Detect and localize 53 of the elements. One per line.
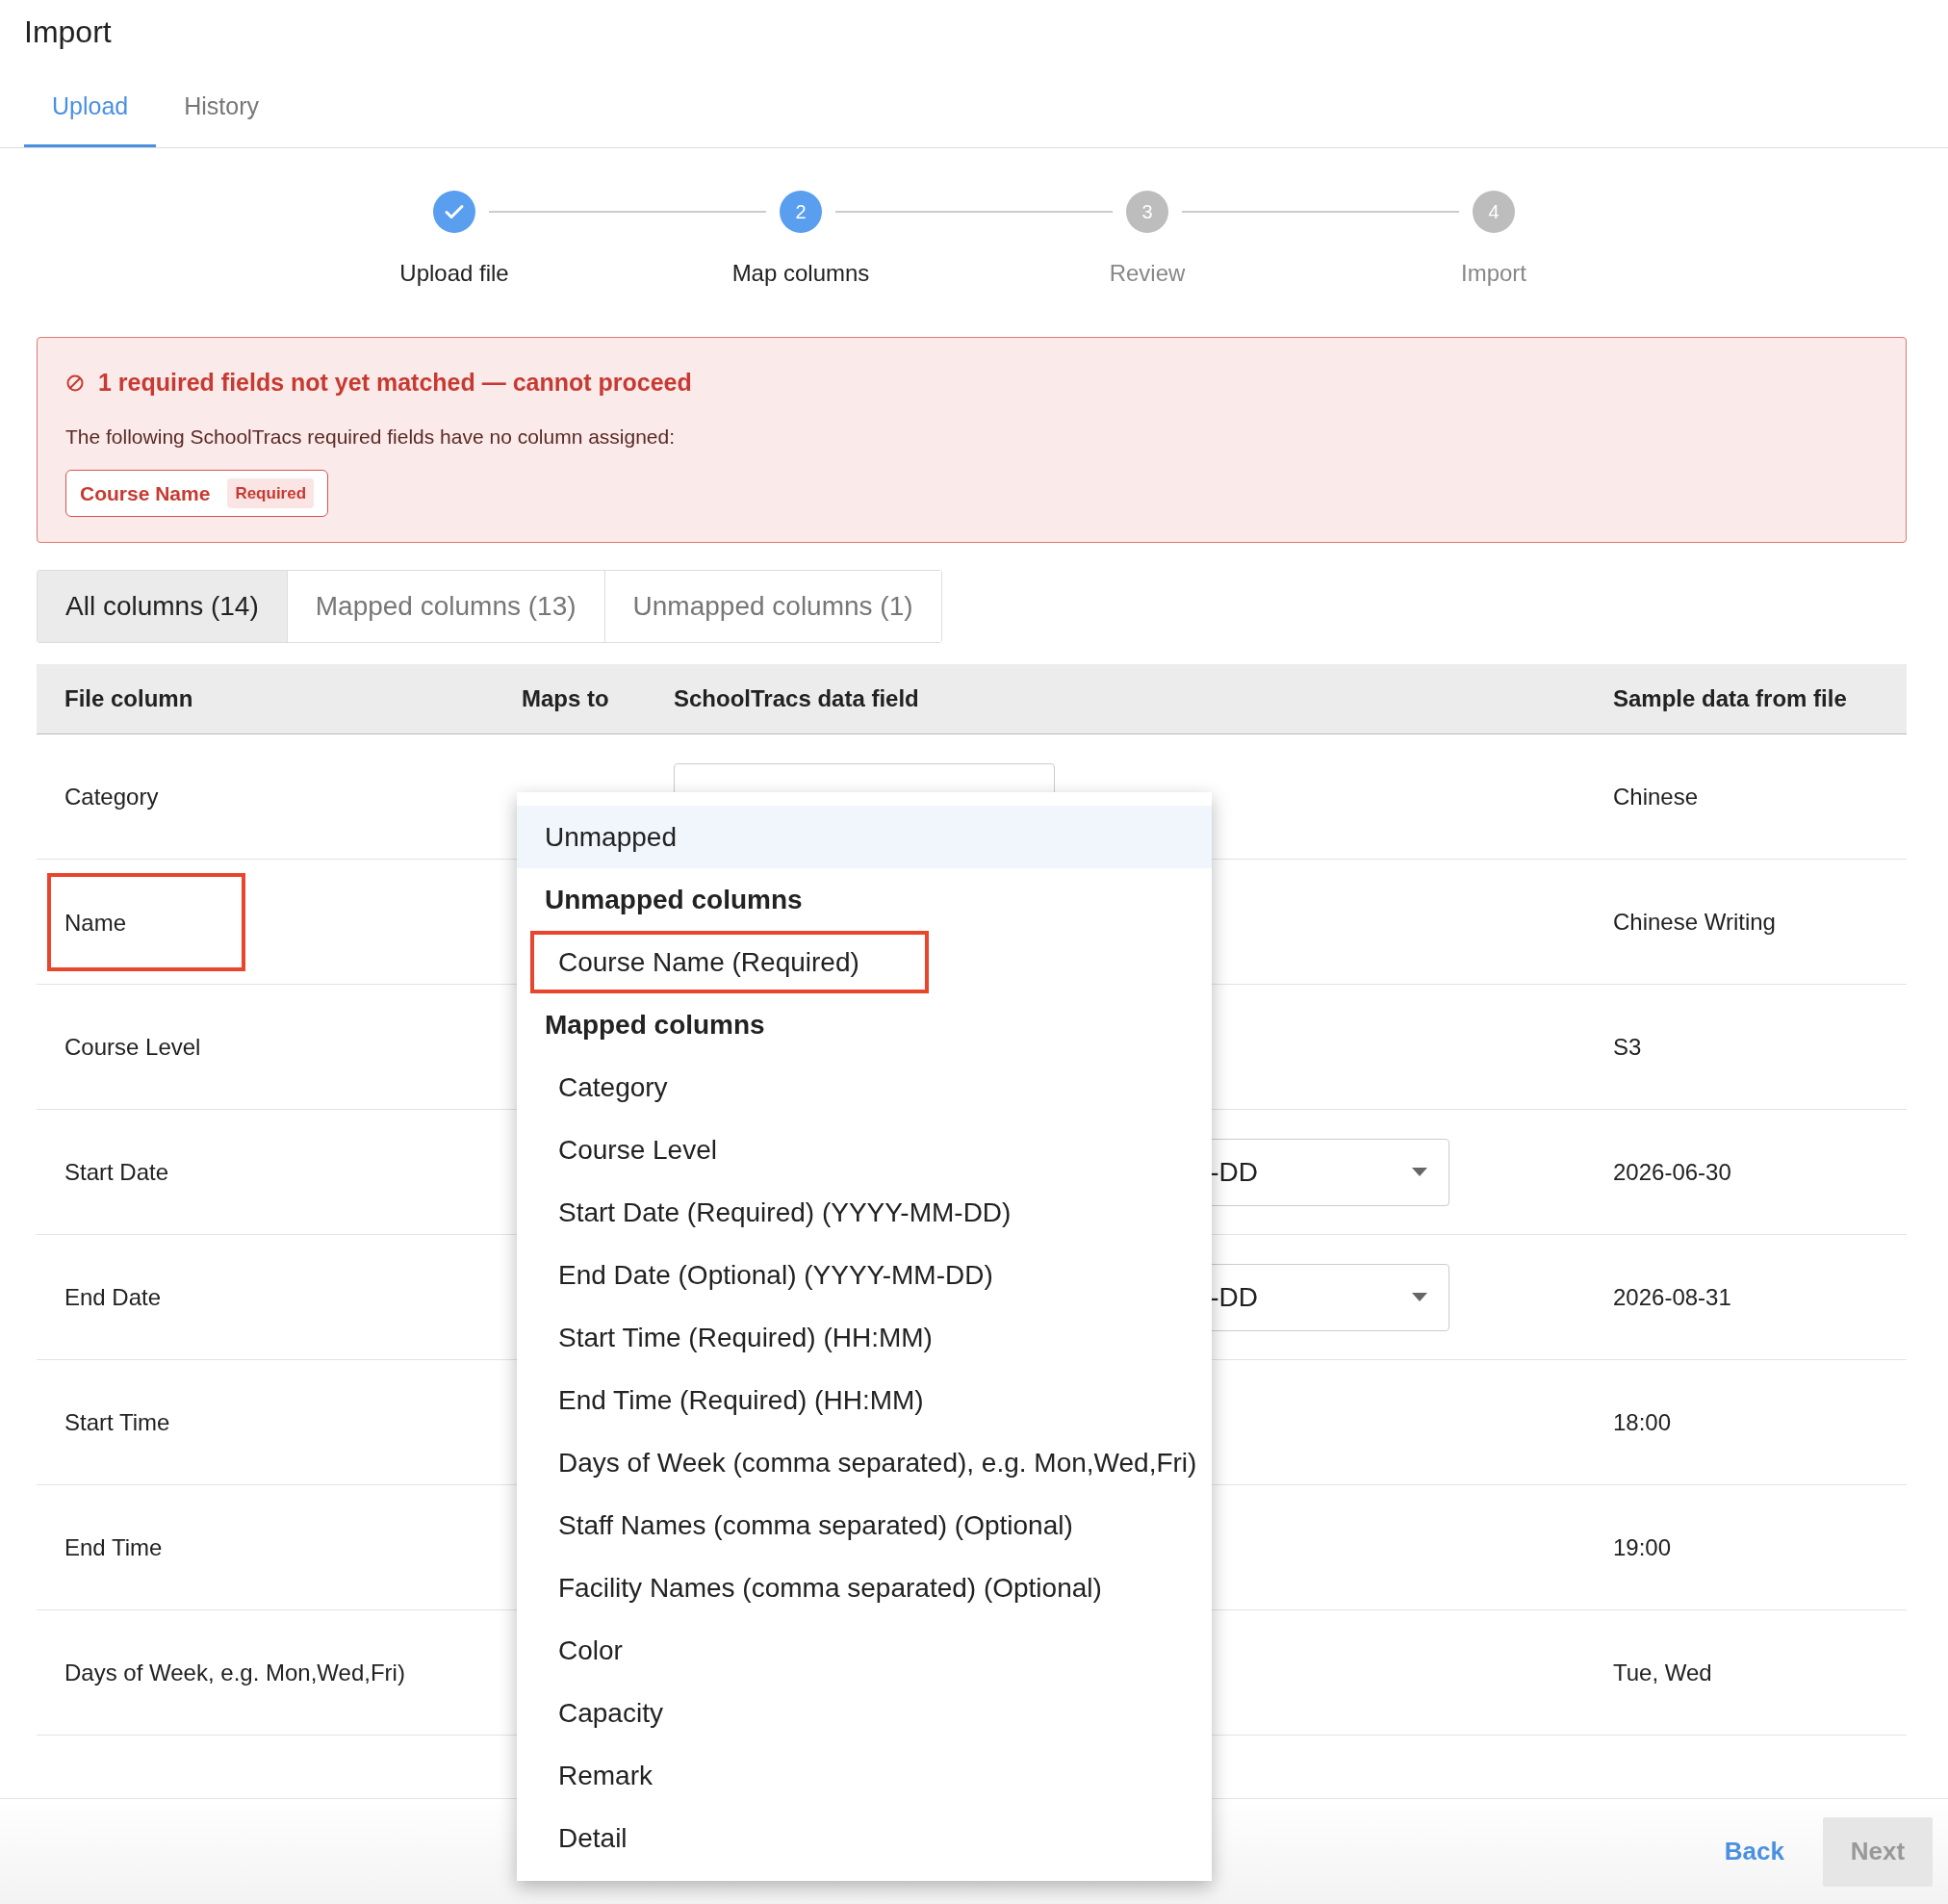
column-header: Sample data from file <box>1612 684 1848 714</box>
dropdown-option[interactable]: Facility Names (comma separated) (Optional) <box>517 1557 1212 1620</box>
step-number: 3 <box>1126 190 1168 233</box>
dropdown-option[interactable]: Days of Week (comma separated), e.g. Mon,Wed,Fri) <box>517 1431 1212 1495</box>
dropdown-option[interactable]: Remark <box>517 1744 1212 1808</box>
dropdown-option[interactable]: Detail <box>517 1807 1212 1870</box>
tab[interactable]: History <box>156 77 288 147</box>
alert-message: The following SchoolTracs required fields have no column assigned: <box>65 425 677 450</box>
table-cell: S3 <box>1613 1033 1642 1060</box>
dropdown-option[interactable]: Start Time (Required) (HH:MM) <box>517 1306 1212 1370</box>
page-title: Import <box>23 13 113 51</box>
caret-icon <box>1412 1293 1427 1302</box>
dropdown-option[interactable]: End Date (Optional) (YYYY-MM-DD) <box>517 1244 1212 1307</box>
table-cell: 2026-06-30 <box>1613 1158 1731 1185</box>
step-label: Map columns <box>731 258 870 288</box>
table-cell: 18:00 <box>1613 1408 1672 1435</box>
step-label: Upload file <box>399 258 509 288</box>
caret-icon <box>1412 1168 1427 1177</box>
step-label: Import <box>1461 258 1526 288</box>
field-name: Course Name <box>80 480 211 506</box>
table-cell: Chinese Writing <box>1613 908 1776 935</box>
dropdown-option[interactable]: Start Date (Required) (YYYY-MM-DD) <box>517 1181 1212 1245</box>
table-cell-text: Course Level <box>64 1032 201 1062</box>
group-header: Unmapped columns <box>544 883 804 916</box>
dropdown-option[interactable]: Course Level <box>517 1119 1212 1182</box>
filter-tab[interactable]: All columns (14) <box>38 571 288 643</box>
table-cell-text: End Time <box>64 1532 163 1562</box>
step-number: 2 <box>780 190 822 233</box>
dropdown-option[interactable]: Unmapped <box>517 806 1212 869</box>
dropdown-option[interactable]: Course Name (Required) <box>530 931 929 994</box>
table-cell-text: Category <box>64 782 159 811</box>
group-header: Mapped columns <box>544 1008 766 1042</box>
blocked-icon <box>65 373 85 393</box>
table-cell: 19:00 <box>1613 1533 1672 1560</box>
table-cell-text: End Date <box>64 1282 162 1312</box>
column-header: File column <box>64 684 194 714</box>
step-number: 4 <box>1473 190 1515 233</box>
dropdown-option[interactable]: Capacity <box>517 1682 1212 1745</box>
dropdown-option[interactable]: Staff Names (comma separated) (Optional) <box>517 1494 1212 1557</box>
table-cell: Chinese <box>1613 783 1699 810</box>
step-label: Review <box>1109 258 1186 288</box>
required-badge: Required <box>227 477 315 509</box>
table-cell: 2026-08-31 <box>1613 1283 1731 1310</box>
column-header: SchoolTracs data field <box>673 684 920 714</box>
table-cell-text: Start Date <box>64 1157 169 1187</box>
dropdown-option[interactable]: Color <box>517 1619 1212 1683</box>
table-cell-text: Start Time <box>64 1407 170 1437</box>
dropdown-option[interactable]: End Time (Required) (HH:MM) <box>517 1369 1212 1432</box>
alert-title: 1 required fields not yet matched — cannot proceed <box>98 367 692 398</box>
table-cell: Tue, Wed <box>1613 1659 1712 1685</box>
dropdown-option[interactable]: Category <box>517 1056 1212 1119</box>
column-header: Maps to <box>521 684 610 714</box>
table-cell-text: Days of Week, e.g. Mon,Wed,Fri) <box>64 1658 405 1687</box>
